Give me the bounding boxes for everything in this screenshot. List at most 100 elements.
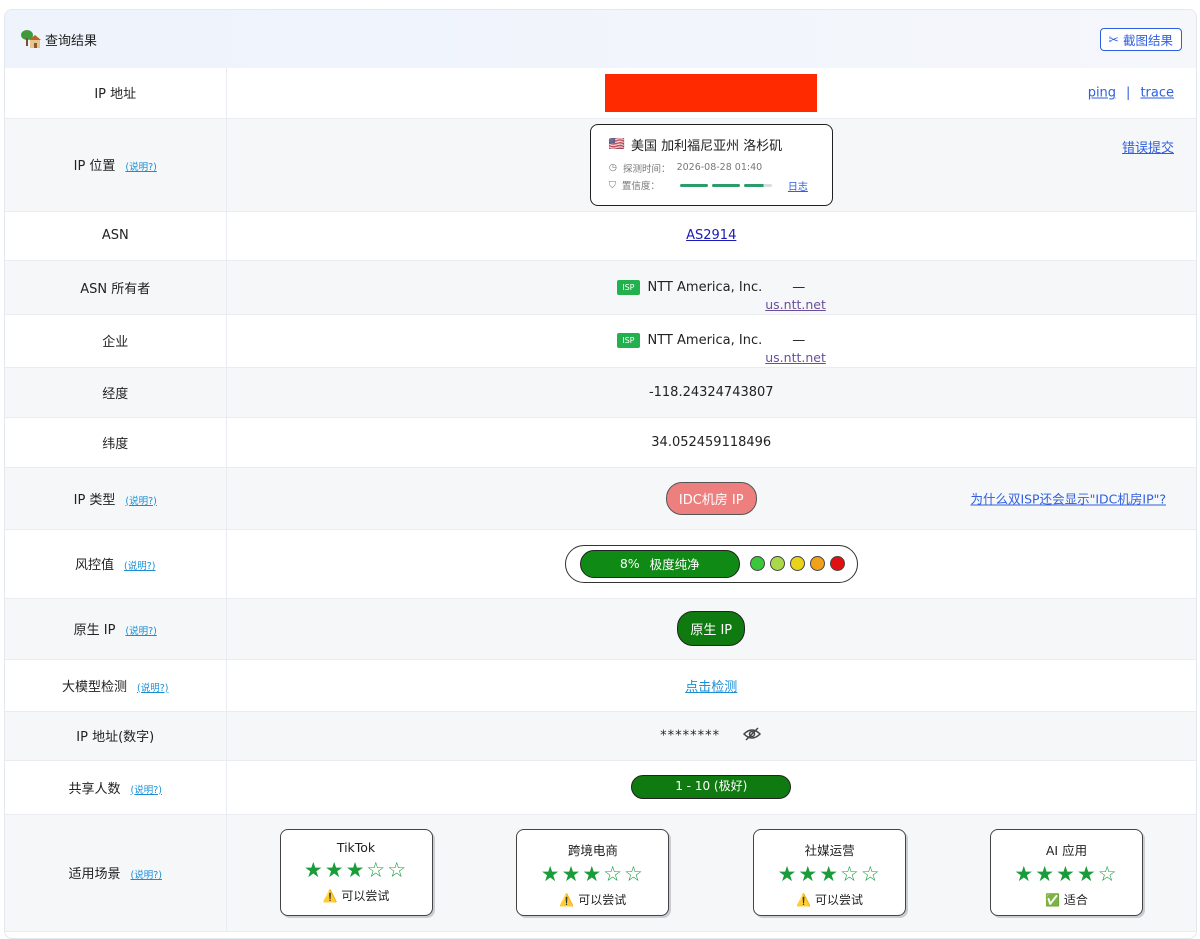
help-link[interactable]: (说明?) <box>125 626 156 637</box>
row-label: IP 地址 <box>5 68 227 119</box>
result-table: IP 地址 ping | trace IP 位置 (说明?) 🇺🇸 美国 加利福尼亚州… <box>5 68 1196 932</box>
clock-icon: ◷ <box>608 162 618 173</box>
owner-name: NTT America, Inc. <box>647 279 763 295</box>
row-llm-check: 大模型检测 (说明?) 点击检测 <box>5 659 1196 712</box>
error-report-link[interactable]: 错误提交 <box>1122 137 1174 156</box>
risk-dot <box>809 556 825 571</box>
confidence-bar <box>679 183 772 187</box>
log-link[interactable]: 日志 <box>788 178 808 193</box>
risk-level-text: 极度纯净 <box>649 557 700 572</box>
scenario-status: 可以尝试 <box>578 893 627 907</box>
row-ip-address: IP 地址 ping | trace <box>5 68 1196 119</box>
row-label: ASN <box>5 211 227 261</box>
risk-percent: 8% <box>619 556 640 571</box>
risk-dots <box>749 556 845 571</box>
scenario-status: 适合 <box>1063 893 1088 907</box>
ping-trace-links: ping | trace <box>1088 85 1174 100</box>
row-label: IP 位置 <box>73 159 116 174</box>
ip-address-redacted <box>605 73 818 112</box>
ping-link[interactable]: ping <box>1088 85 1116 100</box>
screenshot-button-label: 截图结果 <box>1122 32 1173 48</box>
company-dash: — <box>792 333 806 348</box>
risk-dot <box>749 556 765 571</box>
scenario-title: TikTok <box>336 840 376 855</box>
panel-header: 查询结果 ✂ 截图结果 <box>5 10 1196 68</box>
row-label: 原生 IP <box>73 623 116 638</box>
screenshot-button[interactable]: ✂ 截图结果 <box>1099 27 1182 51</box>
help-link[interactable]: (说明?) <box>124 561 155 572</box>
asn-link[interactable]: AS2914 <box>686 228 736 243</box>
ip-numeric-masked: ******** <box>660 728 721 743</box>
scenario-card: TikTok ★★★☆☆ ⚠️ 可以尝试 <box>279 829 433 916</box>
confidence-label: 置信度： <box>621 181 660 192</box>
scissors-icon: ✂ <box>1108 31 1119 47</box>
star-rating: ★★★☆☆ <box>777 862 882 886</box>
shield-check-icon: ⛉ <box>608 179 616 191</box>
scenario-title: 社媒运营 <box>804 843 855 858</box>
company-name: NTT America, Inc. <box>647 333 763 348</box>
row-ip-numeric: IP 地址(数字) ******** <box>5 711 1196 761</box>
scenario-card: 社媒运营 ★★★☆☆ ⚠️ 可以尝试 <box>753 829 907 916</box>
warning-icon: ⚠️ <box>322 889 338 903</box>
help-link[interactable]: (说明?) <box>125 496 156 507</box>
scenario-status: 可以尝试 <box>815 893 864 907</box>
row-label: 经度 <box>5 367 227 418</box>
warning-icon: ⚠️ <box>796 893 812 907</box>
detect-time-value: 2026-08-28 01:40 <box>676 162 763 173</box>
native-ip-badge: 原生 IP <box>677 611 746 646</box>
row-latitude: 纬度 34.052459118496 <box>5 417 1196 468</box>
row-longitude: 经度 -118.24324743807 <box>5 367 1196 418</box>
risk-dot <box>829 556 845 571</box>
help-link[interactable]: (说明?) <box>131 870 162 881</box>
isp-badge: ISP <box>617 279 640 295</box>
risk-dot <box>769 556 785 571</box>
scenario-cards: TikTok ★★★☆☆ ⚠️ 可以尝试 跨境电商 ★★★☆☆ ⚠️ 可以尝试 … <box>227 829 1197 916</box>
eye-off-icon[interactable] <box>742 726 762 746</box>
detect-time-label: 探测时间： <box>623 163 671 175</box>
owner-site-link[interactable]: us.ntt.net <box>765 297 826 312</box>
row-company: 企业 ISP NTT America, Inc. — us.ntt.net <box>5 314 1196 368</box>
location-text: 美国 加利福尼亚州 洛杉矶 <box>630 138 783 154</box>
ip-type-badge: IDC机房 IP <box>665 481 757 515</box>
row-asn: ASN AS2914 <box>5 211 1196 261</box>
panel-title: 查询结果 <box>45 33 98 49</box>
row-risk: 风控值 (说明?) 8% 极度纯净 <box>5 529 1196 599</box>
star-rating: ★★★☆☆ <box>540 862 645 886</box>
result-panel: 查询结果 ✂ 截图结果 IP 地址 ping | trace IP 位置 (说明?) <box>4 9 1197 939</box>
shared-users-badge: 1 - 10 (极好) <box>631 775 792 799</box>
row-native-ip: 原生 IP (说明?) 原生 IP <box>5 598 1196 660</box>
scenario-card: 跨境电商 ★★★☆☆ ⚠️ 可以尝试 <box>516 829 670 916</box>
row-label: IP 地址(数字) <box>5 711 227 761</box>
row-label: 适用场景 <box>68 867 121 882</box>
row-label: 风控值 <box>75 558 115 573</box>
why-idc-link[interactable]: 为什么双ISP还会显示"IDC机房IP"? <box>970 489 1166 508</box>
row-label: ASN 所有者 <box>5 260 227 315</box>
scenario-card: AI 应用 ★★★★☆ ✅ 适合 <box>989 829 1143 916</box>
row-ip-location: IP 位置 (说明?) 🇺🇸 美国 加利福尼亚州 洛杉矶 ◷ 探测时间： 2026… <box>5 118 1196 212</box>
owner-dash: — <box>792 279 806 295</box>
star-rating: ★★★★☆ <box>1014 862 1119 886</box>
help-link[interactable]: (说明?) <box>125 162 156 173</box>
row-ip-type: IP 类型 (说明?) IDC机房 IP 为什么双ISP还会显示"IDC机房IP"… <box>5 467 1196 530</box>
row-label: 共享人数 <box>68 781 121 797</box>
location-card: 🇺🇸 美国 加利福尼亚州 洛杉矶 ◷ 探测时间： 2026-08-28 01:4… <box>589 123 833 206</box>
risk-meter: 8% 极度纯净 <box>564 544 858 583</box>
row-scenarios: 适用场景 (说明?) TikTok ★★★☆☆ ⚠️ 可以尝试 跨境电商 ★★★☆… <box>5 814 1197 932</box>
trace-link[interactable]: trace <box>1140 85 1174 100</box>
row-shared-users: 共享人数 (说明?) 1 - 10 (极好) <box>5 760 1196 815</box>
latitude-value: 34.052459118496 <box>226 417 1196 468</box>
company-site-link[interactable]: us.ntt.net <box>765 350 826 365</box>
detect-link[interactable]: 点击检测 <box>685 680 737 695</box>
help-link[interactable]: (说明?) <box>131 785 162 796</box>
link-separator: | <box>1126 85 1131 101</box>
row-label: 企业 <box>5 314 227 368</box>
warning-icon: ⚠️ <box>559 893 575 907</box>
help-link[interactable]: (说明?) <box>137 683 168 694</box>
row-label: 大模型检测 <box>62 679 128 695</box>
risk-score-pill: 8% 极度纯净 <box>579 549 740 578</box>
risk-dot <box>789 556 805 571</box>
us-flag-icon: 🇺🇸 <box>608 136 625 152</box>
check-icon: ✅ <box>1045 893 1061 907</box>
scenario-status: 可以尝试 <box>341 889 390 903</box>
row-asn-owner: ASN 所有者 ISP NTT America, Inc. — us.ntt.net <box>5 260 1196 315</box>
